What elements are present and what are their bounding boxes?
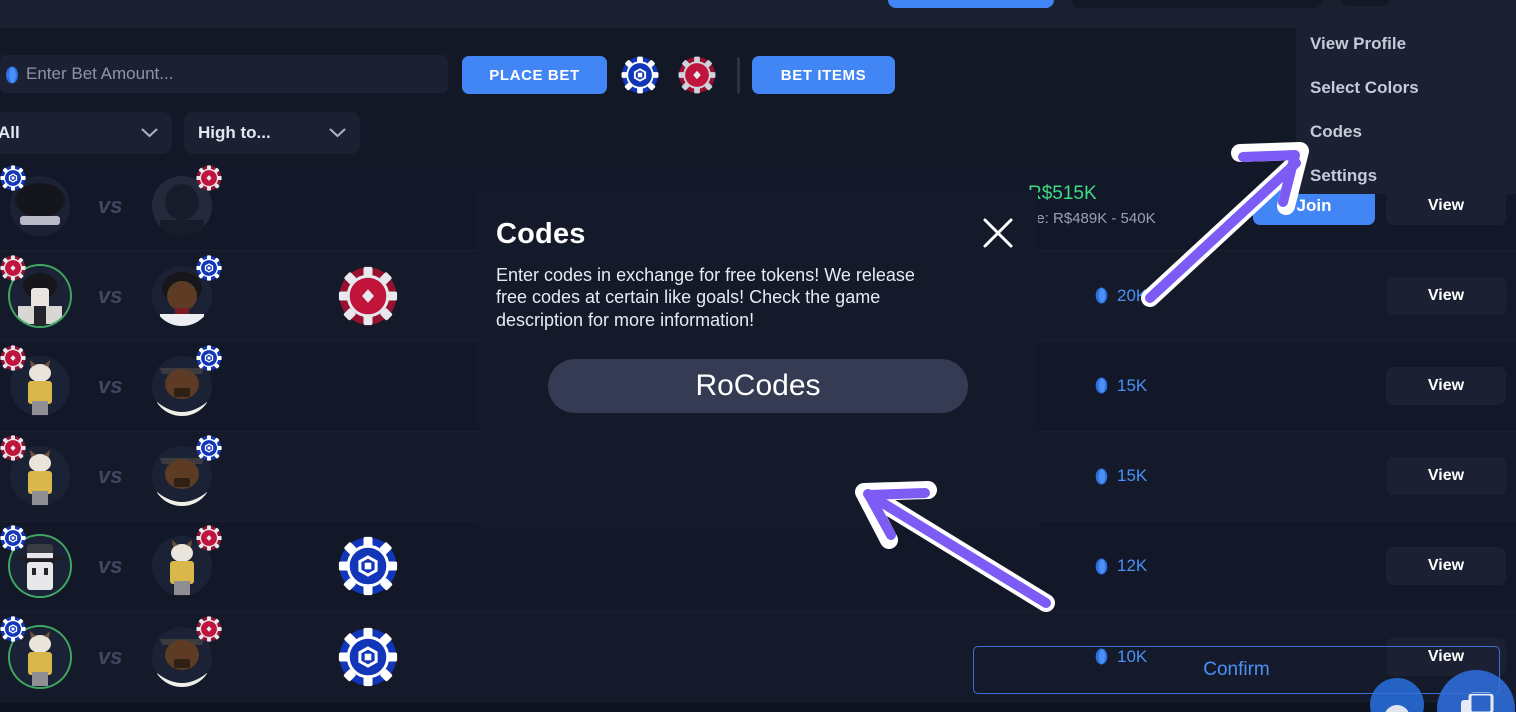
left-player[interactable] xyxy=(0,525,78,604)
right-player[interactable] xyxy=(144,525,223,604)
menu-item-select-colors[interactable]: Select Colors xyxy=(1296,66,1516,110)
row-value: 15K xyxy=(1095,376,1147,396)
row-competitors: vs xyxy=(0,612,223,701)
robux-coin-icon xyxy=(1095,287,1108,304)
filter-dropdown-all[interactable]: All xyxy=(0,112,172,154)
robux-coin-icon xyxy=(1095,558,1108,575)
vs-label: vs xyxy=(98,553,123,579)
top-partial-secondary-button[interactable] xyxy=(1072,0,1322,8)
filter-dropdown-all-label: All xyxy=(0,123,20,142)
profile-context-menu[interactable]: View Profile Select Colors Codes Settings xyxy=(1296,14,1516,194)
confirm-button[interactable]: Confirm xyxy=(973,646,1500,694)
row-competitors: vs xyxy=(0,432,223,521)
red-poker-chip-icon xyxy=(0,255,26,281)
red-poker-chip-icon xyxy=(196,164,223,191)
bet-bar-divider xyxy=(737,57,740,94)
row-competitors: vs xyxy=(0,522,223,611)
row-competitors: vs xyxy=(0,251,223,340)
right-player[interactable] xyxy=(144,615,223,695)
row-value: 15K xyxy=(1095,466,1147,486)
row-result-chip xyxy=(338,537,398,596)
left-player[interactable] xyxy=(0,255,78,334)
code-input-field[interactable]: RoCodes xyxy=(548,358,968,413)
row-value: 20K xyxy=(1095,286,1147,306)
chevron-down-icon xyxy=(141,128,158,138)
code-input-value: RoCodes xyxy=(695,368,821,402)
row-value-text: 15K xyxy=(1117,466,1148,486)
left-player[interactable] xyxy=(0,164,78,244)
row-value-text: 12K xyxy=(1117,556,1148,576)
place-bet-button[interactable]: PLACE BET xyxy=(462,56,607,94)
view-button[interactable]: View xyxy=(1386,457,1506,496)
red-poker-chip-icon xyxy=(196,615,223,642)
row-value-text: 15K xyxy=(1117,375,1148,395)
view-button[interactable]: View xyxy=(1386,276,1506,315)
right-player[interactable] xyxy=(144,345,223,424)
row-value: 12K xyxy=(1095,556,1147,576)
blue-poker-chip-icon xyxy=(196,435,223,461)
bet-amount-field[interactable] xyxy=(0,55,448,93)
red-poker-chip-icon xyxy=(0,345,26,371)
top-partial-bar xyxy=(0,0,1516,28)
vs-label: vs xyxy=(98,282,123,308)
bet-items-button[interactable]: BET ITEMS xyxy=(752,56,895,94)
bet-bar: PLACE BET xyxy=(0,28,1516,103)
app-root: PLACE BET xyxy=(0,0,1516,712)
modal-title: Codes xyxy=(496,218,586,250)
menu-item-view-profile[interactable]: View Profile xyxy=(1296,22,1516,66)
menu-item-codes[interactable]: Codes xyxy=(1296,110,1516,154)
filter-bar: All High to... 25 523K 204K xyxy=(0,103,1516,241)
row-competitors: vs xyxy=(0,341,223,430)
vs-label: vs xyxy=(98,372,123,398)
vs-label: vs xyxy=(98,643,123,669)
red-poker-chip-icon[interactable] xyxy=(678,56,716,94)
blue-poker-chip-icon[interactable] xyxy=(621,56,659,94)
vs-label: vs xyxy=(98,192,123,218)
row-value-text: 20K xyxy=(1117,285,1148,305)
top-partial-primary-button[interactable] xyxy=(888,0,1054,8)
vs-label: vs xyxy=(98,463,123,489)
robux-coin-icon xyxy=(1095,468,1108,485)
row-pot-value: R$515K xyxy=(1028,183,1097,204)
row-result-chip xyxy=(338,627,398,686)
top-partial-icon-button[interactable] xyxy=(1340,0,1390,6)
red-poker-chip-icon xyxy=(196,525,223,551)
row-pot-range: ge: R$489K - 540K xyxy=(1028,210,1156,227)
row-pot-info: R$515K ge: R$489K - 540K xyxy=(1028,183,1156,227)
blue-poker-chip-icon xyxy=(196,255,223,281)
modal-description: Enter codes in exchange for free tokens!… xyxy=(496,265,915,330)
filter-dropdown-sort-label: High to... xyxy=(198,123,271,142)
robux-coin-icon xyxy=(1095,377,1108,394)
menu-item-settings[interactable]: Settings xyxy=(1296,154,1516,198)
view-button[interactable]: View xyxy=(1386,547,1506,586)
close-icon[interactable] xyxy=(981,216,1015,250)
robux-coin-icon xyxy=(6,66,18,84)
blue-poker-chip-icon xyxy=(0,164,26,191)
left-player[interactable] xyxy=(0,435,78,514)
blue-poker-chip-icon xyxy=(196,345,223,371)
blue-poker-chip-icon xyxy=(0,525,26,551)
right-player[interactable] xyxy=(144,255,223,334)
right-player[interactable] xyxy=(144,164,223,244)
view-button[interactable]: View xyxy=(1386,366,1506,405)
table-row[interactable]: vs 12K View xyxy=(0,521,1516,612)
red-poker-chip-icon xyxy=(0,435,26,461)
right-player[interactable] xyxy=(144,435,223,514)
bet-amount-input[interactable] xyxy=(26,64,448,84)
row-result-chip xyxy=(338,266,398,325)
codes-modal: Codes Enter codes in exchange for free t… xyxy=(478,190,1500,694)
chevron-down-icon xyxy=(329,128,346,138)
left-player[interactable] xyxy=(0,615,78,695)
blue-poker-chip-icon xyxy=(0,615,26,642)
left-player[interactable] xyxy=(0,345,78,424)
filter-dropdown-sort[interactable]: High to... xyxy=(184,112,360,154)
row-competitors: vs xyxy=(0,161,223,250)
